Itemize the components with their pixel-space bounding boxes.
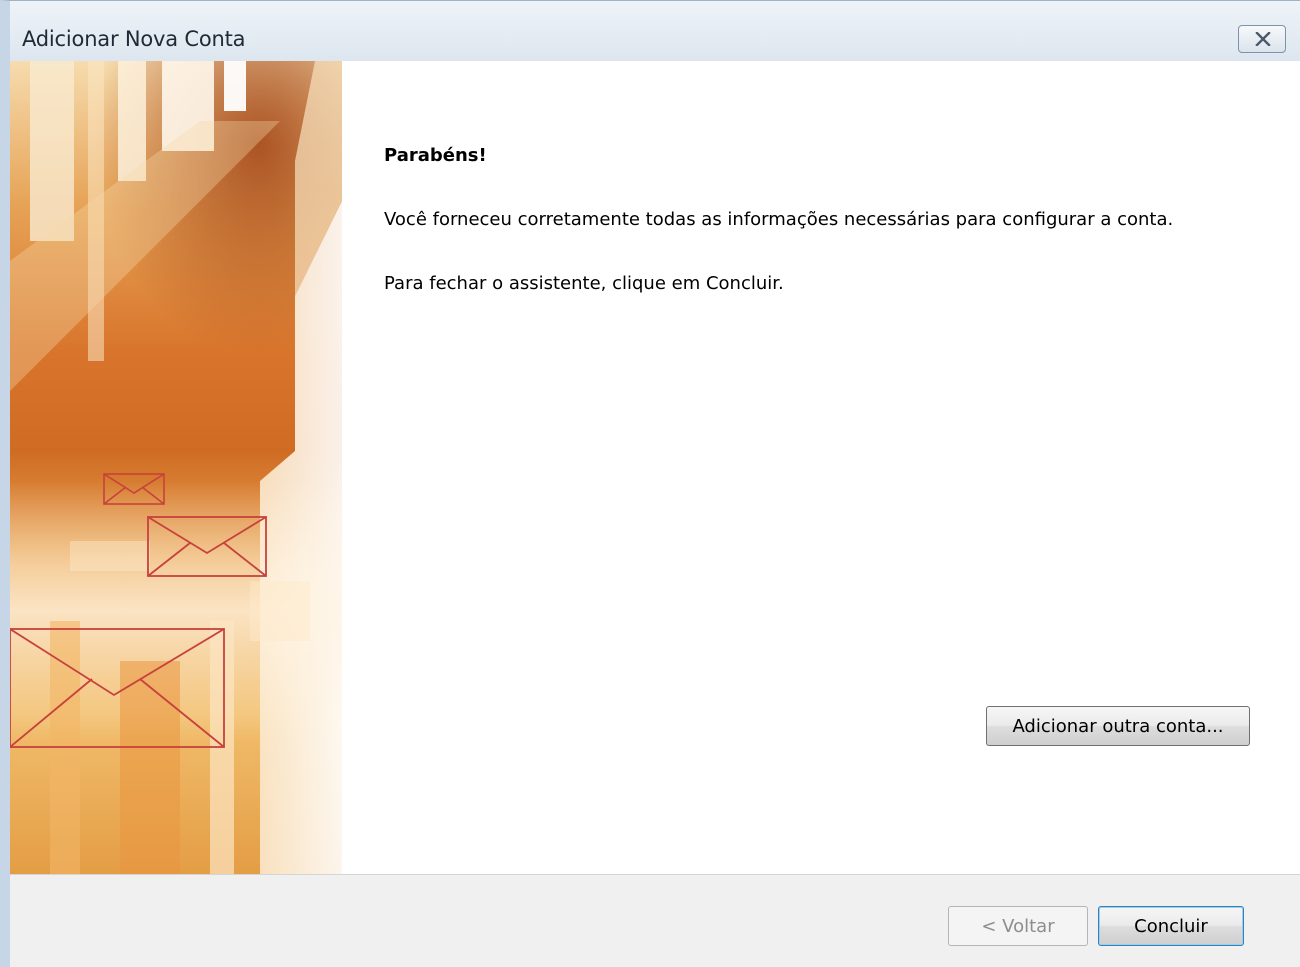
close-instructions: Para fechar o assistente, clique em Conc… [384,273,784,294]
back-button[interactable]: < Voltar [948,906,1088,946]
add-another-account-button[interactable]: Adicionar outra conta... [986,706,1250,746]
wizard-content: Parabéns! Você forneceu corretamente tod… [342,61,1300,874]
add-account-dialog: Adicionar Nova Conta Parabéns! Você forn… [0,0,1300,967]
success-message: Você forneceu corretamente todas as info… [384,209,1174,230]
title-bar: Adicionar Nova Conta [10,1,1300,61]
close-button[interactable] [1238,25,1286,53]
congrats-heading: Parabéns! [384,145,487,166]
banner-illustration [10,61,342,874]
finish-button[interactable]: Concluir [1098,906,1244,946]
window-title: Adicionar Nova Conta [22,27,246,51]
wizard-footer: < Voltar Concluir [10,874,1300,967]
wizard-banner [10,61,342,874]
close-icon [1255,32,1271,46]
